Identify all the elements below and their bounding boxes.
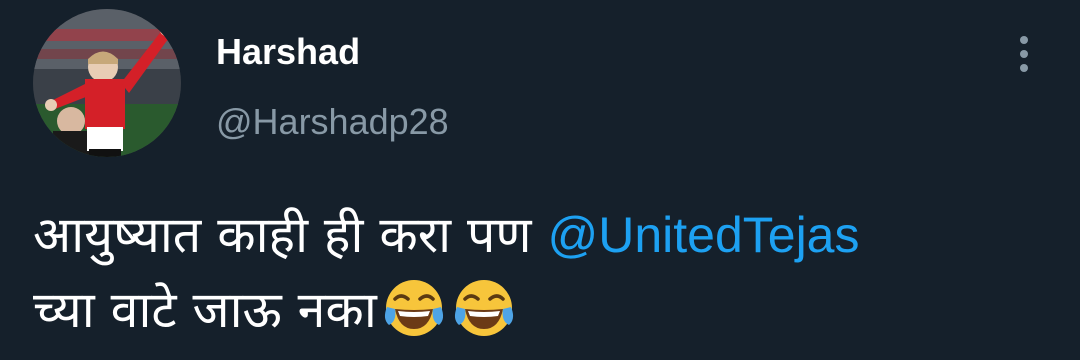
more-options-dot xyxy=(1020,64,1028,72)
tweet-text-line-2: च्या वाटे जाऊ नका xyxy=(33,273,1063,348)
avatar-photo xyxy=(33,9,181,157)
avatar[interactable] xyxy=(33,9,181,157)
tweet-text: आयुष्यात काही ही करा पण @UnitedTejas च्य… xyxy=(33,198,1063,348)
tweet-text-segment: आयुष्यात काही ही करा पण xyxy=(33,206,548,264)
face-with-tears-of-joy-icon xyxy=(384,280,443,336)
mention-link[interactable]: @UnitedTejas xyxy=(547,207,859,263)
more-options-dot xyxy=(1020,36,1028,44)
tweet-card: Harshad @Harshadp28 आयुष्यात काही ही करा… xyxy=(0,0,1080,360)
display-name[interactable]: Harshad xyxy=(216,30,360,74)
more-options-dot xyxy=(1020,50,1028,58)
tweet-text-segment: च्या वाटे जाऊ नका xyxy=(33,281,377,339)
username-handle[interactable]: @Harshadp28 xyxy=(216,100,449,144)
more-options-icon[interactable] xyxy=(1006,34,1042,74)
tweet-text-line-1: आयुष्यात काही ही करा पण @UnitedTejas xyxy=(33,198,1063,273)
face-with-tears-of-joy-icon xyxy=(454,280,513,336)
